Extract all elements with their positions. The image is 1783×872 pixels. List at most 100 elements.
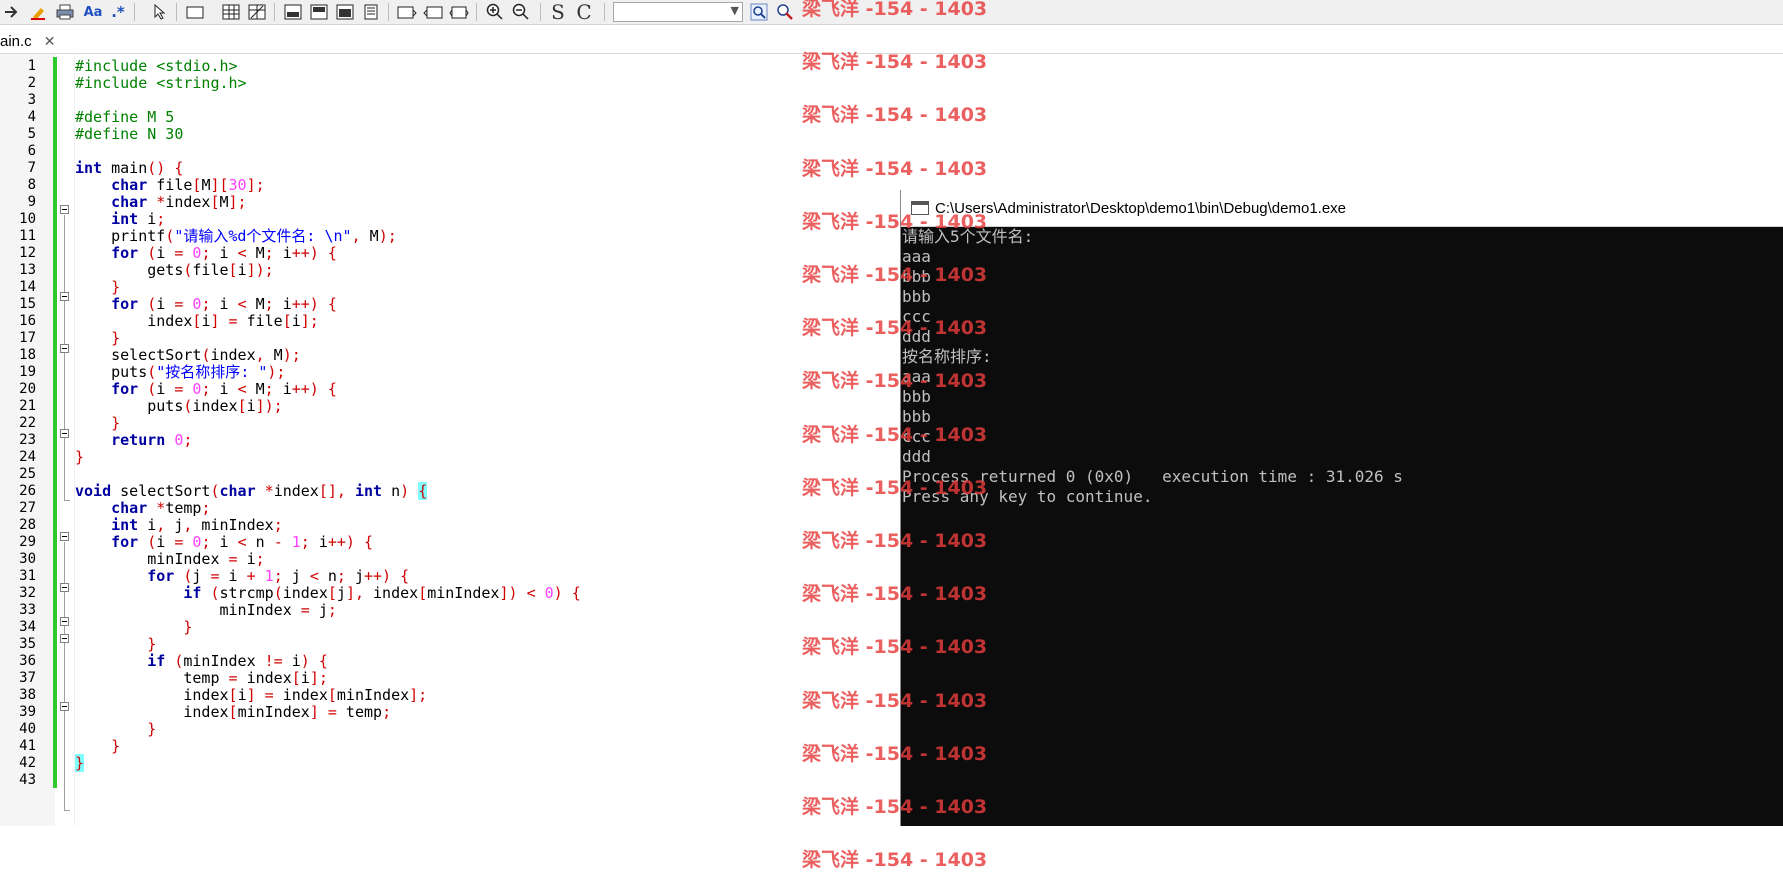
fold-toggle[interactable] [60, 344, 69, 353]
line-number: 28 [19, 517, 36, 533]
line-number: 23 [19, 432, 36, 448]
line-number: 20 [19, 381, 36, 397]
fold-guide-end [64, 810, 70, 811]
fold-toggle[interactable] [60, 634, 69, 643]
code-line-8: char file[M][30]; [111, 176, 265, 194]
console-window[interactable]: C:\Users\Administrator\Desktop\demo1\bin… [900, 190, 1783, 826]
fold-toggle[interactable] [60, 617, 69, 626]
code-line-18: selectSort(index, M); [75, 346, 301, 364]
line-number: 10 [19, 211, 36, 227]
grid-icon[interactable] [220, 2, 242, 22]
code-line-19: puts("按名称排序: "); [75, 363, 286, 381]
code-line-42: } [75, 754, 85, 772]
line-number: 12 [19, 245, 36, 261]
code-line-14: } [111, 278, 121, 296]
line-number: 17 [19, 330, 36, 346]
code-line-23: return 0; [111, 431, 193, 449]
code-line-35: } [147, 635, 157, 653]
fold-toggle[interactable] [60, 583, 69, 592]
code-line-34: } [183, 618, 193, 636]
fold-toggle[interactable] [60, 429, 69, 438]
search-combo[interactable]: ▼ [613, 2, 743, 22]
code-editor[interactable]: 1 2 3 4 5 6 7 8 9 10 11 12 13 14 15 16 17 18 19 20 21 22 23 24 2… [0, 54, 900, 826]
pointer-icon[interactable] [150, 2, 170, 22]
watermark-text: 梁飞洋 -154 - 1403 [802, 264, 988, 286]
window-icon[interactable] [396, 2, 418, 22]
line-number: 38 [19, 687, 36, 703]
fold-toggle[interactable] [60, 702, 69, 711]
highlight-icon[interactable] [28, 2, 48, 22]
watermark-text: 梁飞洋 -154 - 1403 [802, 849, 988, 872]
s-icon[interactable]: S [548, 0, 568, 24]
tab-main-c[interactable]: ain.c ✕ [0, 30, 61, 52]
fold-toggle[interactable] [60, 532, 69, 541]
tab-label: ain.c [0, 32, 32, 50]
zoom-in-icon[interactable] [484, 2, 506, 22]
code-line-7: int main() { [75, 159, 184, 177]
separator [134, 3, 135, 21]
code-line-5: #define N 30 [75, 125, 184, 143]
table-icon[interactable] [246, 2, 268, 22]
fold-guide [64, 215, 65, 500]
rectangle-icon[interactable] [184, 2, 206, 22]
separator [388, 3, 389, 21]
watermark-text: 梁飞洋 -154 - 1403 [802, 423, 988, 446]
line-number: 40 [19, 721, 36, 737]
line-number: 24 [19, 449, 36, 465]
watermark-text: 梁飞洋 -154 - 1403 [802, 51, 988, 74]
line-number: 30 [19, 551, 36, 567]
line-number: 29 [19, 534, 36, 550]
line-number: 33 [19, 602, 36, 618]
line-number: 41 [19, 738, 36, 754]
fold-toggle[interactable] [60, 292, 69, 301]
watermark-text: 梁飞洋 -154 - 1403 [802, 210, 988, 233]
match-case-icon[interactable]: Aa [82, 2, 104, 22]
code-line-22: } [111, 414, 121, 432]
print-icon[interactable] [54, 2, 76, 22]
code-line-40: } [147, 720, 157, 738]
layout-icon[interactable] [282, 2, 304, 22]
window3-icon[interactable] [448, 2, 470, 22]
close-icon[interactable]: ✕ [44, 33, 56, 50]
c-icon[interactable]: C [574, 0, 594, 24]
line-number: 5 [27, 126, 36, 142]
line-number: 21 [19, 398, 36, 414]
code-line-28: int i, j, minIndex; [111, 516, 283, 534]
watermark-text: 梁飞洋 -154 - 1403 [802, 689, 988, 712]
code-line-24: } [75, 448, 85, 466]
zoom-out-icon[interactable] [510, 2, 532, 22]
code-line-9: char *index[M]; [111, 193, 247, 211]
fold-toggle[interactable] [60, 205, 69, 214]
code-line-16: index[i] = file[i]; [75, 312, 319, 330]
code-line-17: } [111, 329, 121, 347]
separator [540, 3, 541, 21]
arrow-right-icon[interactable] [2, 2, 22, 22]
line-number: 6 [27, 143, 36, 159]
regex-icon[interactable]: .* [108, 2, 128, 22]
window2-icon[interactable] [422, 2, 444, 22]
watermark-text: 梁飞洋 -154 - 1403 [802, 0, 988, 20]
code-line-32: if (strcmp(index[j], index[minIndex]) < … [183, 584, 581, 602]
console-line: 按名称排序: [902, 347, 992, 366]
code-line-1: #include <stdio.h> [75, 57, 238, 75]
code-line-27: char *temp; [111, 499, 211, 517]
layout2-icon[interactable] [308, 2, 330, 22]
watermark-text: 梁飞洋 -154 - 1403 [802, 530, 988, 552]
layout4-icon[interactable] [360, 2, 382, 22]
code-line-26: void selectSort(char *index[], int n) { [75, 482, 428, 500]
code-line-15: for (i = 0; i < M; i++) { [111, 295, 337, 313]
find-replace-icon[interactable] [774, 2, 796, 22]
line-number: 37 [19, 670, 36, 686]
code-line-30: minIndex = i; [75, 550, 265, 568]
chevron-down-icon[interactable]: ▼ [731, 4, 739, 17]
code-line-38: index[i] = index[minIndex]; [75, 686, 428, 704]
watermark-text: 梁飞洋 -154 - 1403 [802, 583, 988, 606]
code-line-29: for (i = 0; i < n - 1; i++) { [111, 533, 374, 551]
line-number: 8 [27, 177, 36, 193]
line-number: 43 [19, 772, 36, 788]
layout3-icon[interactable] [334, 2, 356, 22]
line-number: 4 [27, 109, 36, 125]
console-title-bar[interactable]: C:\Users\Administrator\Desktop\demo1\bin… [901, 190, 1783, 227]
watermark-text: 梁飞洋 -154 - 1403 [802, 636, 988, 659]
find-icon[interactable] [748, 2, 770, 22]
